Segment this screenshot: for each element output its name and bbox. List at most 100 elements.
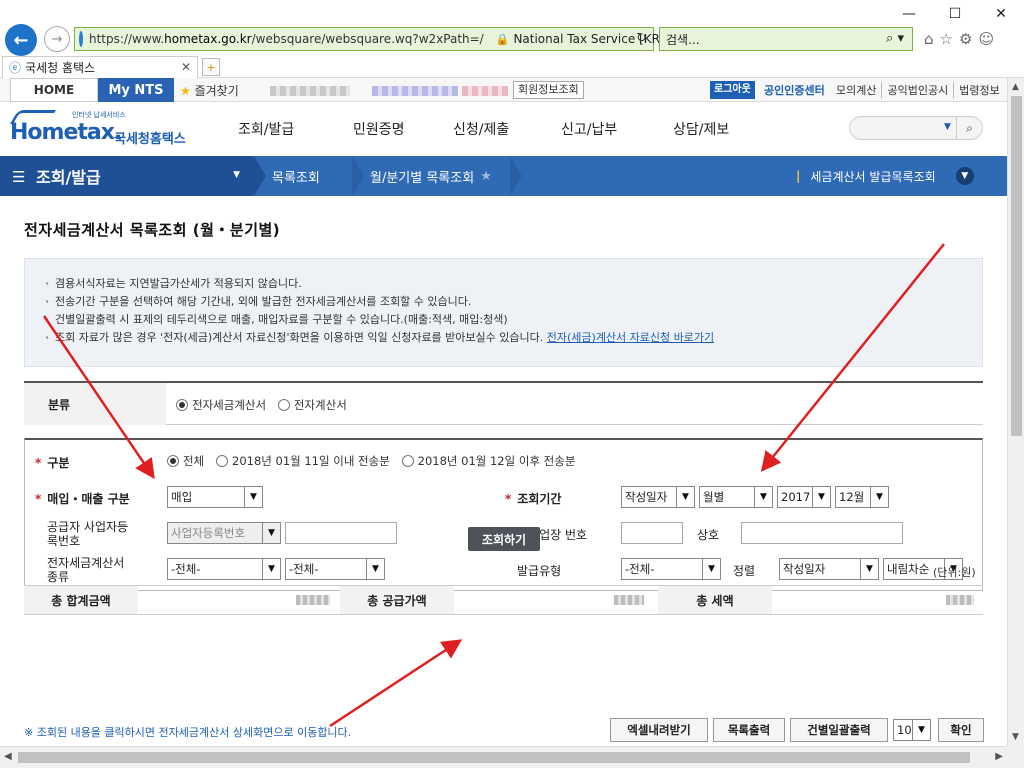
radio-dot-icon [167, 455, 179, 467]
radio-division-after[interactable]: 2018년 01월 12일 이후 전송분 [401, 453, 575, 469]
scroll-right-icon[interactable]: ▶ [995, 751, 1003, 762]
favorites-link[interactable]: ★ 즐겨찾기 [180, 82, 239, 99]
category-options: 전자세금계산서 전자계산서 [176, 397, 355, 414]
mock-calc-link[interactable]: 모의계산 [836, 82, 876, 98]
menu-toggle[interactable]: ☰ 조회/발급 ▼ [0, 156, 254, 196]
cert-center-link[interactable]: 공인인증센터 [764, 82, 825, 98]
radio-dot-icon [176, 399, 188, 411]
arrow-left-icon: ← [13, 29, 29, 51]
lock-icon: 🔒 [495, 32, 510, 46]
new-tab-button[interactable]: + [202, 58, 220, 76]
breadcrumb-monthly-inquiry[interactable]: 월/분기별 목록조회 ★ [370, 156, 492, 196]
period-label: * 조회기간 [505, 492, 562, 506]
category-row: 분류 전자세금계산서 전자계산서 [24, 381, 983, 425]
excel-download-button[interactable]: 엑셀내려받기 [610, 718, 708, 742]
chevron-down-icon: ▼ [754, 487, 772, 507]
refresh-icon[interactable]: ↻ [636, 31, 647, 46]
company-name-input[interactable] [741, 522, 903, 544]
member-info-button[interactable]: 회원정보조회 [513, 81, 584, 99]
search-button[interactable]: 조회하기 [468, 527, 540, 551]
gnb-consult[interactable]: 상담/제보 [673, 102, 773, 156]
radio-dot-icon [277, 399, 290, 411]
horizontal-scroll-thumb[interactable] [18, 752, 970, 763]
browser-search-input[interactable]: 검색... ⌕ ▾ [659, 27, 913, 51]
site-search-input[interactable]: ▼ ⌕ [849, 116, 983, 140]
period-basis-select[interactable]: 작성일자 ▼ [621, 486, 695, 508]
back-button[interactable]: ← [5, 24, 37, 56]
radio-e-tax-invoice[interactable]: 전자세금계산서 [176, 397, 266, 413]
branch-number-input[interactable] [621, 522, 683, 544]
search-icon[interactable]: ⌕ ▾ [886, 31, 904, 46]
notice-item: 겸용서식자료는 지연발급가산세가 적용되지 않습니다. [45, 275, 982, 293]
my-nts-link[interactable]: My NTS [98, 78, 174, 102]
radio-e-invoice[interactable]: 전자계산서 [277, 397, 347, 413]
radio-division-all[interactable]: 전체 [167, 453, 204, 469]
gnb-filing[interactable]: 신고/납부 [561, 102, 673, 156]
summary-bar: 총 합계금액 총 공급가액 총 세액 [24, 585, 983, 615]
page-size-select[interactable]: 10 ▼ [893, 719, 931, 741]
public-disclosure-link[interactable]: 공익법인공시 [881, 82, 948, 98]
vertical-scrollbar[interactable]: ▲ ▼ [1007, 78, 1024, 746]
invoice-type-label: 전자세금계산서 종류 [47, 556, 125, 584]
scroll-up-icon[interactable]: ▲ [1012, 82, 1019, 92]
menu-label: 조회/발급 [36, 168, 101, 187]
vertical-scroll-thumb[interactable] [1011, 96, 1022, 436]
gnb-application[interactable]: 신청/제출 [453, 102, 561, 156]
address-row: ← → https://www.hometax.go.kr/websquare/… [0, 22, 1024, 56]
breadcrumb-list-inquiry[interactable]: 목록조회 [272, 156, 320, 196]
favorite-star-icon[interactable]: ★ [480, 169, 492, 184]
logout-button[interactable]: 로그아웃 [710, 81, 755, 99]
supply-amount-value-redacted [614, 595, 644, 605]
chevron-down-icon: ▼ [870, 487, 888, 507]
period-month-select[interactable]: 12월 ▼ [835, 486, 889, 508]
chevron-down-icon[interactable]: ▼ [944, 122, 951, 132]
division-label: * 구분 [35, 456, 70, 470]
sort-field-select[interactable]: 작성일자 ▼ [779, 558, 879, 580]
trade-type-select[interactable]: 매입 ▼ [167, 486, 263, 508]
gnb-inquiry[interactable]: 조회/발급 [238, 102, 353, 156]
print-list-button[interactable]: 목록출력 [713, 718, 785, 742]
invoice-type-select-2[interactable]: -전체- ▼ [285, 558, 385, 580]
scroll-left-icon[interactable]: ◀ [4, 751, 12, 762]
period-year-select[interactable]: 2017 ▼ [777, 486, 831, 508]
total-amount-label: 총 합계금액 [24, 586, 138, 614]
issue-type-select[interactable]: -전체- ▼ [621, 558, 721, 580]
ie-page-icon [79, 31, 83, 47]
chevron-down-icon: ▼ [244, 487, 262, 507]
radio-dot-icon [401, 455, 414, 467]
period-unit-select[interactable]: 월별 ▼ [699, 486, 773, 508]
gnb-certificate[interactable]: 민원증명 [353, 102, 453, 156]
supplier-reg-input[interactable] [285, 522, 397, 544]
browser-tab[interactable]: ⓔ 국세청 홈택스 ✕ [2, 56, 198, 78]
scroll-down-icon[interactable]: ▼ [1012, 732, 1019, 742]
horizontal-scrollbar[interactable]: ◀ ▶ [0, 746, 1007, 768]
ie-tab-icon: ⓔ [9, 61, 22, 75]
forward-button[interactable]: → [44, 26, 70, 52]
print-each-button[interactable]: 건별일괄출력 [790, 718, 888, 742]
close-tab-icon[interactable]: ✕ [181, 60, 191, 74]
law-info-link[interactable]: 법령정보 [953, 82, 1000, 98]
home-link[interactable]: HOME [10, 78, 98, 102]
search-icon[interactable]: ⌕ [956, 117, 982, 139]
chevron-down-icon[interactable]: ▼ [955, 167, 974, 185]
total-amount-value-redacted [296, 595, 330, 605]
chevron-down-icon: ▼ [860, 559, 878, 579]
notice-item: 조회 자료가 많은 경우 '전자(세금)계산서 자료신청'화면을 이용하면 익일… [45, 329, 982, 347]
arrow-right-icon: → [51, 31, 63, 47]
hometax-logo[interactable]: 인터넷 납세서비스 Hometax. 국세청홈택스 [9, 108, 195, 152]
browser-tab-row: ⓔ 국세청 홈택스 ✕ + [0, 56, 1024, 78]
url-bar[interactable]: https://www.hometax.go.kr/websquare/webs… [74, 27, 665, 51]
chevron-down-icon: ▼ [262, 559, 280, 579]
favorites-star-icon[interactable]: ☆ [940, 30, 953, 48]
radio-division-before[interactable]: 2018년 01월 11일 이내 전송분 [216, 453, 390, 469]
smiley-feedback-icon[interactable]: ☺ [978, 30, 994, 48]
notice-item: 건별일괄출력 시 표제의 테두리색으로 매출, 매입자료를 구분할 수 있습니다… [45, 311, 982, 329]
data-request-link[interactable]: 전자(세금)계산서 자료신청 바로가기 [547, 331, 714, 344]
logo-tagline: 인터넷 납세서비스 [72, 111, 126, 119]
current-menu-selector[interactable]: | 세금계산서 발급목록조회 ▼ [796, 156, 974, 196]
invoice-type-select-1[interactable]: -전체- ▼ [167, 558, 281, 580]
home-icon[interactable]: ⌂ [924, 30, 934, 48]
supplier-type-select[interactable]: 사업자등록번호 ▼ [167, 522, 281, 544]
confirm-button[interactable]: 확인 [938, 718, 984, 742]
settings-gear-icon[interactable]: ⚙ [959, 30, 972, 48]
